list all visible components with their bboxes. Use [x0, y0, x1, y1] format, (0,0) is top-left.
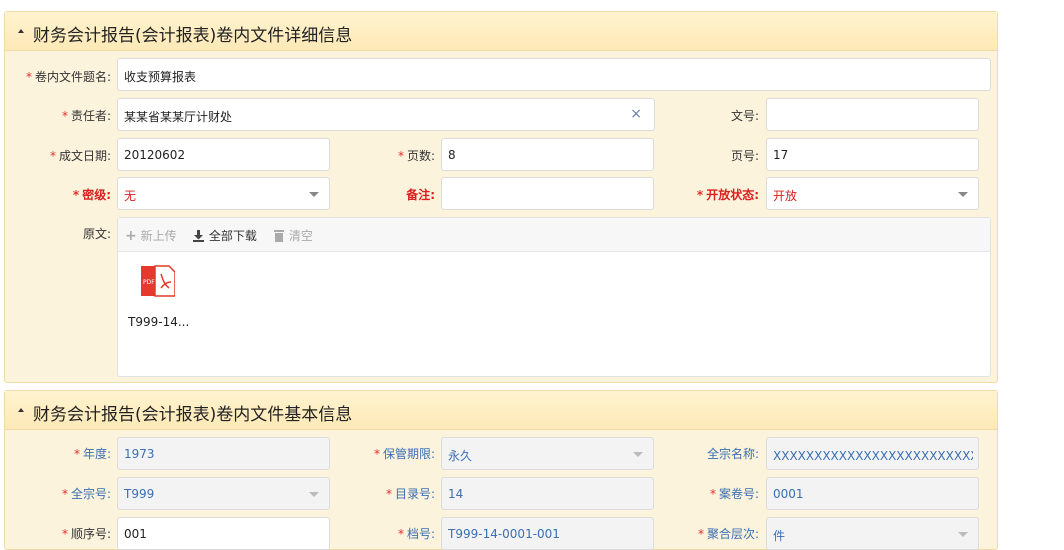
- basic-panel: 财务会计报告(会计报表)卷内文件基本信息 * 年度: 1973 * 保管期限: 永久…: [4, 390, 998, 550]
- basic-panel-header[interactable]: 财务会计报告(会计报表)卷内文件基本信息: [5, 391, 997, 430]
- responsible-label: * 责任者:: [61, 109, 111, 123]
- date-input[interactable]: 20120602: [117, 138, 330, 171]
- download-icon: [193, 230, 204, 242]
- attachment-area: + 新上传 全部下载 清空 PDF T999-14...: [117, 217, 991, 377]
- detail-panel-title: 财务会计报告(会计报表)卷内文件详细信息: [33, 26, 353, 46]
- upload-button[interactable]: + 新上传: [125, 227, 177, 244]
- pages-input[interactable]: 8: [441, 138, 654, 171]
- fonds-name-label: 全宗名称:: [706, 447, 759, 461]
- title-input[interactable]: 收支预算报表: [117, 58, 991, 91]
- seq-label: * 顺序号:: [61, 527, 111, 541]
- doc-no-input[interactable]: [766, 98, 979, 131]
- pdf-file-item[interactable]: PDF T999-14...: [128, 264, 208, 334]
- date-label: * 成文日期:: [49, 149, 111, 163]
- svg-text:PDF: PDF: [143, 279, 155, 286]
- archive-no-input[interactable]: T999-14-0001-001: [441, 517, 654, 550]
- attachment-toolbar: + 新上传 全部下载 清空: [118, 218, 990, 252]
- doc-no-label: 文号:: [730, 109, 759, 123]
- remark-label: 备注:: [406, 188, 435, 202]
- chevron-down-icon: [958, 192, 968, 197]
- detail-panel-header[interactable]: 财务会计报告(会计报表)卷内文件详细信息: [5, 12, 997, 51]
- plus-icon: +: [125, 228, 137, 244]
- page-no-input[interactable]: 17: [766, 138, 979, 171]
- retention-select[interactable]: 永久: [441, 437, 654, 470]
- chevron-down-icon: [958, 532, 968, 537]
- pages-label: * 页数:: [397, 149, 435, 163]
- seq-input[interactable]: 001: [117, 517, 330, 550]
- basic-panel-title: 财务会计报告(会计报表)卷内文件基本信息: [33, 405, 353, 425]
- responsible-input[interactable]: 某某省某某厅计财处 ×: [117, 98, 655, 131]
- title-label: * 卷内文件题名:: [25, 70, 111, 84]
- file-name: T999-14...: [128, 315, 190, 329]
- trash-icon: [274, 230, 284, 242]
- chevron-down-icon: [633, 452, 643, 457]
- retention-label: * 保管期限:: [373, 447, 435, 461]
- pdf-file-icon: PDF: [141, 265, 175, 297]
- collapse-caret-icon[interactable]: [18, 408, 24, 412]
- clear-button[interactable]: 清空: [273, 227, 313, 244]
- page-no-label: 页号:: [730, 149, 759, 163]
- secret-label: * 密级:: [72, 188, 111, 202]
- fonds-name-input[interactable]: XXXXXXXXXXXXXXXXXXXXXXXXXXXXXXX厅: [766, 437, 979, 470]
- fonds-no-select[interactable]: T999: [117, 477, 330, 510]
- year-label: * 年度:: [73, 447, 111, 461]
- level-select[interactable]: 件: [766, 517, 979, 550]
- chevron-down-icon: [309, 492, 319, 497]
- catalog-input[interactable]: 14: [441, 477, 654, 510]
- volume-label: * 案卷号:: [709, 487, 759, 501]
- chevron-down-icon: [309, 192, 319, 197]
- year-input[interactable]: 1973: [117, 437, 330, 470]
- open-status-label: * 开放状态:: [696, 188, 759, 202]
- clear-icon[interactable]: ×: [630, 106, 642, 122]
- secret-select[interactable]: 无: [117, 177, 330, 210]
- open-status-select[interactable]: 开放: [766, 177, 979, 210]
- download-all-button[interactable]: 全部下载: [192, 227, 257, 244]
- catalog-label: * 目录号:: [385, 487, 435, 501]
- original-label: 原文:: [82, 227, 111, 241]
- level-label: * 聚合层次:: [697, 527, 759, 541]
- detail-panel: 财务会计报告(会计报表)卷内文件详细信息 * 卷内文件题名: 收支预算报表 * 责任…: [4, 11, 998, 383]
- archive-no-label: * 档号:: [397, 527, 435, 541]
- fonds-no-label: * 全宗号:: [61, 487, 111, 501]
- collapse-caret-icon[interactable]: [18, 29, 24, 33]
- remark-input[interactable]: [441, 177, 654, 210]
- volume-input[interactable]: 0001: [766, 477, 979, 510]
